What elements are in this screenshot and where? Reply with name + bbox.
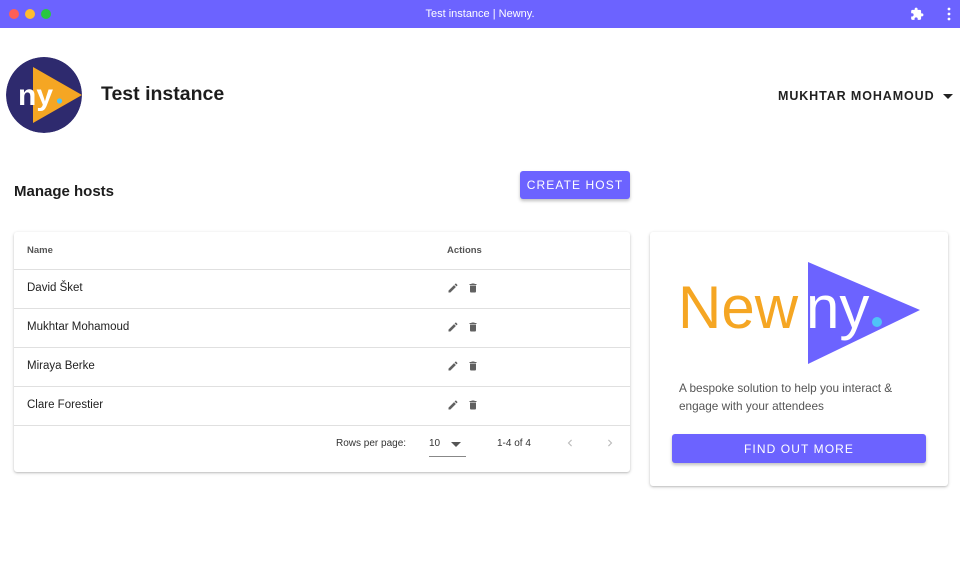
- delete-icon[interactable]: [467, 321, 479, 333]
- chevron-left-icon[interactable]: [563, 436, 577, 450]
- delete-icon[interactable]: [467, 399, 479, 411]
- newny-logo: New ny: [678, 262, 920, 364]
- logo-text: ny: [18, 79, 53, 112]
- page-title: Test instance: [101, 83, 225, 105]
- window-titlebar: Test instance | Newny.: [0, 0, 960, 28]
- table-row: David Šket: [14, 270, 630, 309]
- host-name: Clare Forestier: [27, 399, 104, 411]
- delete-icon[interactable]: [467, 360, 479, 372]
- rows-per-page-select[interactable]: 10: [429, 434, 466, 457]
- table-row: Clare Forestier: [14, 387, 630, 426]
- section-title: Manage hosts: [14, 183, 115, 200]
- rows-per-page-label: Rows per page:: [336, 438, 407, 449]
- caret-down-icon: [942, 93, 953, 99]
- create-host-button[interactable]: CREATE HOST: [520, 171, 630, 199]
- find-out-more-button[interactable]: FIND OUT MORE: [672, 434, 926, 463]
- edit-icon[interactable]: [447, 282, 459, 294]
- delete-icon[interactable]: [467, 282, 479, 294]
- app-logo: ny: [6, 57, 82, 133]
- user-name: MUKHTAR MOHAMOUD: [778, 89, 935, 103]
- table-pagination: Rows per page: 10 1-4 of 4: [14, 426, 630, 472]
- column-header-actions: Actions: [447, 245, 482, 256]
- promo-description: A bespoke solution to help you interact …: [679, 381, 893, 413]
- host-name: Mukhtar Mohamoud: [27, 321, 130, 333]
- edit-icon[interactable]: [447, 321, 459, 333]
- window-title: Test instance | Newny.: [425, 8, 535, 20]
- table-row: Miraya Berke: [14, 348, 630, 387]
- chevron-right-icon[interactable]: [603, 436, 617, 450]
- edit-icon[interactable]: [447, 360, 459, 372]
- page-range: 1-4 of 4: [497, 438, 531, 449]
- hosts-table: Name Actions David Šket Mukhtar Mohamoud…: [14, 232, 630, 472]
- kebab-menu-icon[interactable]: [944, 6, 954, 22]
- logo-text-ny: ny: [806, 274, 869, 341]
- column-header-name: Name: [27, 245, 53, 256]
- table-row: Mukhtar Mohamoud: [14, 309, 630, 348]
- edit-icon[interactable]: [447, 399, 459, 411]
- user-menu-button[interactable]: MUKHTAR MOHAMOUD: [778, 88, 953, 104]
- caret-down-icon: [451, 442, 461, 447]
- rows-per-page-value: 10: [429, 438, 441, 449]
- host-name: Miraya Berke: [27, 360, 95, 372]
- puzzle-icon[interactable]: [910, 7, 924, 21]
- logo-text-new: New: [678, 274, 799, 341]
- table-header: Name Actions: [14, 232, 630, 270]
- promo-card: New ny A bespoke solution to help you in…: [650, 232, 948, 486]
- host-name: David Šket: [27, 282, 83, 294]
